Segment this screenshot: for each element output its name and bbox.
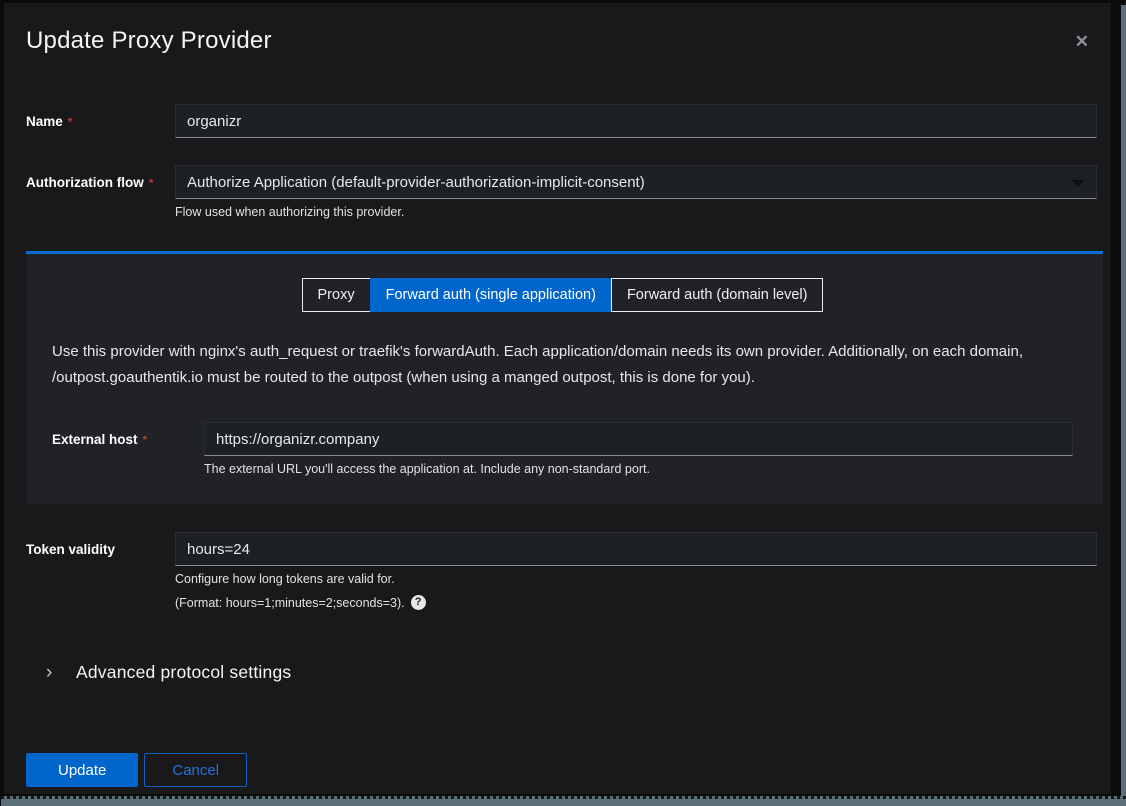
authorization-flow-row: Authorization flow * Flow used when autho…	[26, 165, 1097, 219]
name-label: Name	[26, 114, 63, 129]
name-label-col: Name *	[26, 104, 175, 131]
required-asterisk: *	[143, 433, 148, 447]
update-button[interactable]: Update	[26, 753, 138, 787]
screenshot-frame: Update Proxy Provider ✕ Name * Authorizat…	[0, 0, 1126, 806]
token-validity-label-col: Token validity	[26, 532, 175, 559]
provider-form: Name * Authorization flow * Flow used when…	[26, 104, 1103, 787]
name-row: Name *	[26, 104, 1097, 138]
authorization-flow-field-col: Flow used when authorizing this provider…	[175, 165, 1097, 219]
tab-forward-auth-domain[interactable]: Forward auth (domain level)	[611, 278, 824, 312]
external-host-field-col: The external URL you'll access the appli…	[204, 422, 1073, 476]
window-edge-bottom	[1, 796, 1126, 806]
external-host-help: The external URL you'll access the appli…	[204, 462, 1073, 476]
external-host-row: External host * The external URL you'll a…	[52, 422, 1073, 476]
token-validity-format-help: (Format: hours=1;minutes=2;seconds=3). ?	[175, 595, 1097, 610]
external-host-label: External host	[52, 432, 138, 447]
token-validity-label: Token validity	[26, 542, 115, 557]
authorization-flow-select[interactable]	[175, 165, 1097, 199]
required-asterisk: *	[149, 176, 154, 190]
close-icon[interactable]: ✕	[1075, 33, 1089, 50]
authorization-flow-label-col: Authorization flow *	[26, 165, 175, 192]
authorization-flow-label: Authorization flow	[26, 175, 144, 190]
proxy-mode-toggle-group: Proxy Forward auth (single application) …	[52, 278, 1073, 312]
cancel-button[interactable]: Cancel	[144, 753, 247, 787]
advanced-protocol-settings-label: Advanced protocol settings	[76, 662, 291, 683]
modal-header: Update Proxy Provider ✕	[26, 27, 1103, 55]
advanced-protocol-settings-toggle[interactable]: › Advanced protocol settings	[26, 662, 1103, 683]
required-asterisk: *	[68, 115, 73, 129]
tab-forward-auth-single[interactable]: Forward auth (single application)	[370, 278, 612, 312]
help-circle-icon[interactable]: ?	[411, 595, 426, 610]
token-validity-format-text: (Format: hours=1;minutes=2;seconds=3).	[175, 596, 405, 610]
authorization-flow-help: Flow used when authorizing this provider…	[175, 205, 1097, 219]
external-host-label-col: External host *	[52, 422, 204, 449]
chevron-right-icon: ›	[46, 663, 76, 682]
proxy-mode-card: Proxy Forward auth (single application) …	[26, 251, 1103, 504]
authorization-flow-select-wrap	[175, 165, 1097, 199]
page-title: Update Proxy Provider	[26, 27, 1073, 55]
token-validity-field-col: Configure how long tokens are valid for.…	[175, 532, 1097, 610]
name-input[interactable]	[175, 104, 1097, 138]
token-validity-input[interactable]	[175, 532, 1097, 566]
tab-proxy[interactable]: Proxy	[302, 278, 371, 312]
token-validity-help: Configure how long tokens are valid for.	[175, 572, 1097, 586]
modal-footer: Update Cancel	[26, 753, 1103, 787]
mode-description: Use this provider with nginx's auth_requ…	[52, 339, 1073, 391]
window-edge-right	[1121, 5, 1126, 796]
token-validity-row: Token validity Configure how long tokens…	[26, 532, 1097, 610]
update-proxy-provider-modal: Update Proxy Provider ✕ Name * Authorizat…	[4, 3, 1111, 794]
external-host-input[interactable]	[204, 422, 1073, 456]
name-field-col	[175, 104, 1097, 138]
